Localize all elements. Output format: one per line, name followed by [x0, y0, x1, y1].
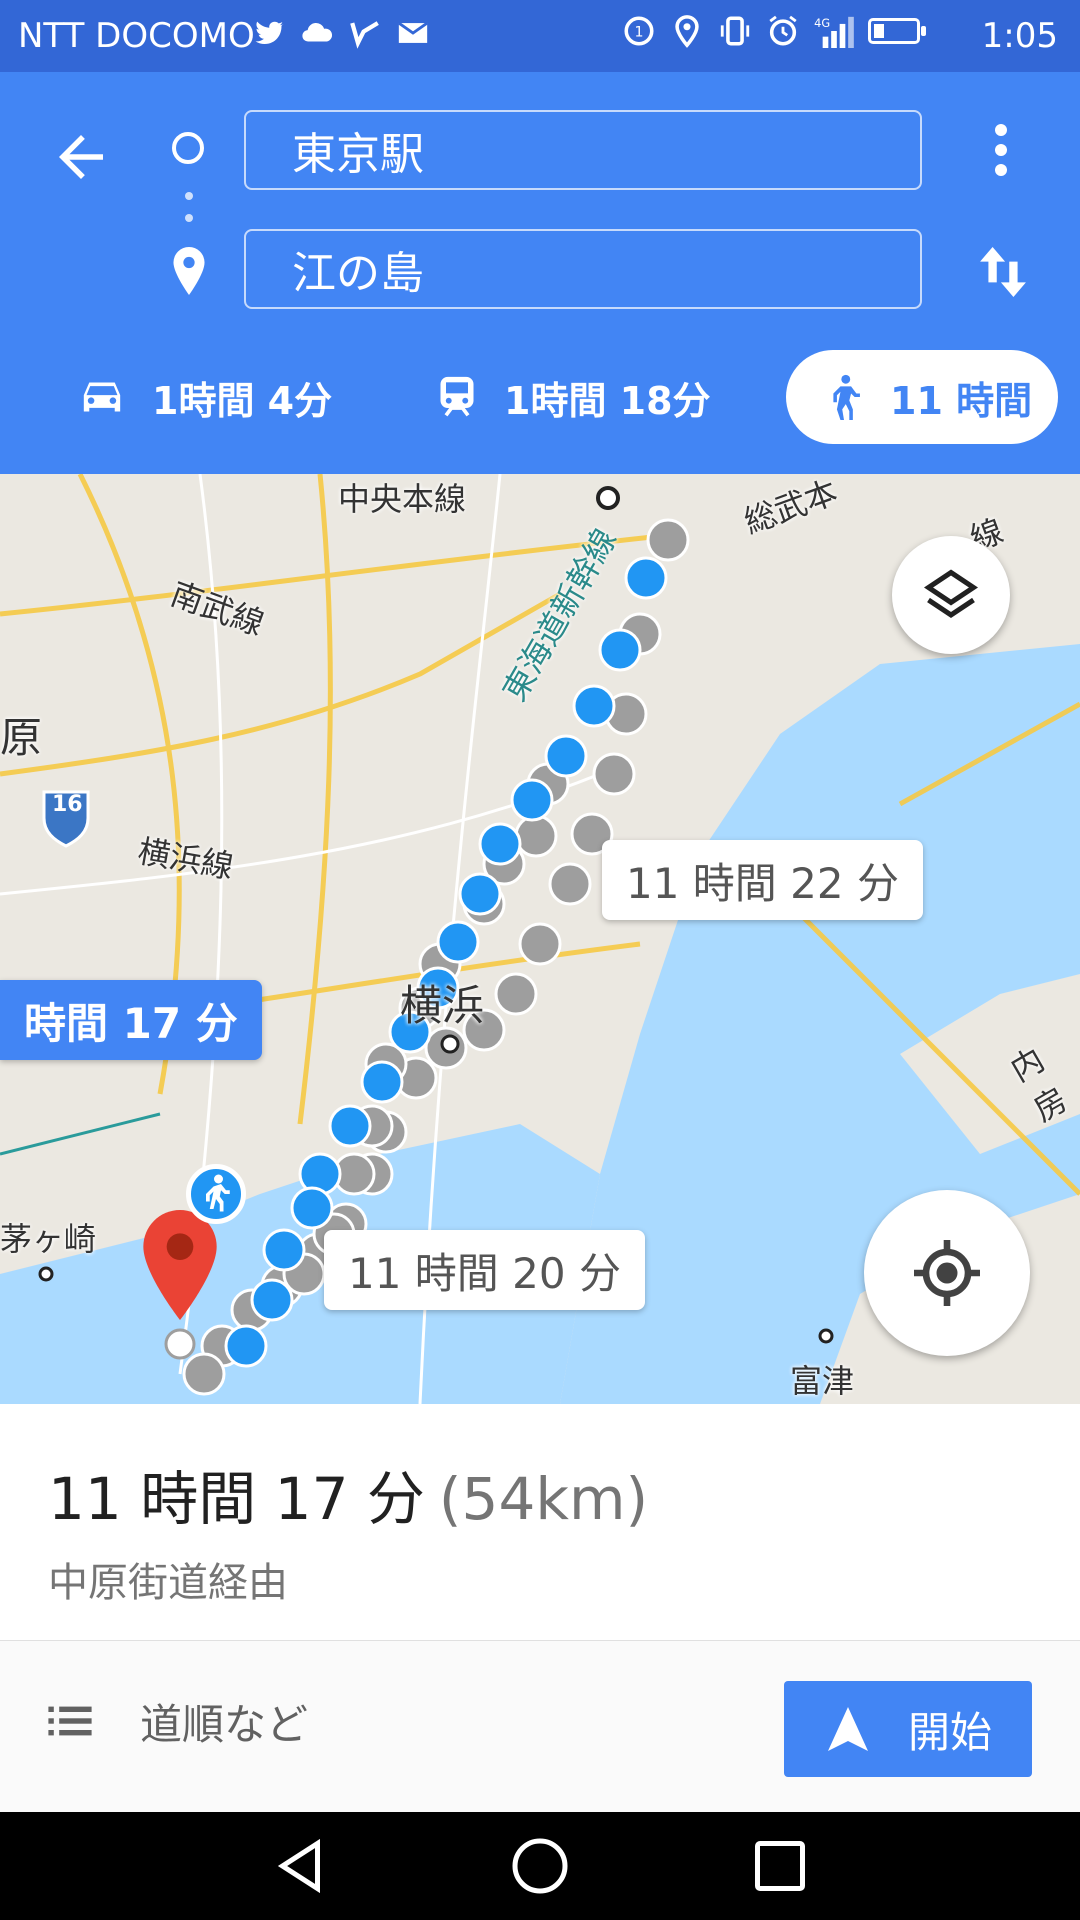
map-label-chigasaki: 茅ヶ崎: [0, 1220, 97, 1258]
system-nav-bar: [0, 1812, 1080, 1920]
tasks-icon: [350, 21, 379, 49]
walk-icon: [833, 374, 860, 420]
origin-circle-icon: [172, 132, 204, 164]
nav-home-icon[interactable]: [510, 1836, 570, 1896]
action-bar: 道順など 開始: [0, 1640, 1080, 1813]
mode-walk-tab[interactable]: 11 時間: [786, 350, 1058, 444]
directions-header: 東京駅 江の島 1時間 4分 1時間 18分 11 時間: [0, 72, 1080, 474]
route-summary: 11 時間 17 分 (54km): [48, 1452, 648, 1536]
steps-button[interactable]: 道順など: [48, 1681, 308, 1761]
swap-icon[interactable]: [978, 237, 1028, 307]
origin-input[interactable]: 東京駅: [244, 110, 922, 190]
steps-label: 道順など: [140, 1699, 309, 1749]
list-icon: [48, 1706, 92, 1736]
status-bar: NTT DOCOMO 1 4G 1:05: [0, 0, 1080, 72]
alt-route-time-bubble-1[interactable]: 11 時間 22 分: [602, 840, 923, 920]
car-icon: [83, 382, 121, 412]
start-button[interactable]: 開始: [784, 1681, 1032, 1777]
cloud-icon: [302, 23, 333, 42]
twitter-icon: [255, 21, 285, 45]
mode-transit-tab[interactable]: 1時間 18分: [438, 350, 711, 444]
nav-recents-icon[interactable]: [750, 1836, 810, 1896]
map-label-chuo-line: 中央本線: [338, 480, 467, 518]
alarm-icon: [769, 15, 797, 46]
svg-text:1: 1: [634, 25, 643, 41]
mail-icon: [398, 21, 428, 43]
back-arrow-icon[interactable]: [48, 124, 114, 190]
battery-icon: [868, 18, 926, 44]
destination-input[interactable]: 江の島: [244, 229, 922, 309]
my-location-icon: [914, 1240, 980, 1306]
my-location-button[interactable]: [864, 1190, 1030, 1356]
route-distance: (54km): [438, 1465, 649, 1533]
walk-marker-icon: [186, 1164, 246, 1224]
alt-route-time-bubble-2[interactable]: 11 時間 20 分: [324, 1230, 645, 1310]
route-summary-card[interactable]: 11 時間 17 分 (54km) 中原街道経由: [0, 1404, 1080, 1640]
more-options-icon[interactable]: [984, 124, 1018, 180]
map-label-hara: 原: [0, 713, 43, 762]
walk-duration: 11 時間: [890, 378, 1033, 423]
train-icon: [440, 376, 474, 417]
car-duration: 1時間 4分: [152, 378, 333, 423]
layers-button[interactable]: [892, 536, 1010, 654]
route-dots-icon: [185, 192, 193, 236]
system-icons: 1 4G: [622, 14, 926, 48]
route-via: 中原街道経由: [48, 1560, 288, 1606]
vibrate-icon: [720, 16, 750, 46]
data-saver-icon: 1: [624, 16, 654, 46]
destination-marker-icon[interactable]: [140, 1210, 220, 1320]
network-type-label: 4G: [814, 16, 830, 30]
selected-route-time-bubble[interactable]: 時間 17 分: [0, 980, 262, 1060]
nav-back-icon[interactable]: [270, 1836, 330, 1896]
map-label-futtsu: 富津: [790, 1362, 855, 1400]
route-shield-label: 16: [52, 792, 83, 817]
map-label-yokohama: 横浜: [400, 981, 485, 1030]
destination-pin-icon: [173, 247, 205, 295]
map-view[interactable]: 16 中央本線 総武本 線 南武線 東海道新幹線 原 横浜線 横浜 茅ヶ崎 内房…: [0, 474, 1080, 1404]
signal-icon: 4G: [814, 16, 854, 48]
mode-car-tab[interactable]: 1時間 4分: [80, 350, 332, 444]
route-duration: 11 時間 17 分: [48, 1465, 425, 1533]
carrier-label: NTT DOCOMO: [18, 16, 255, 56]
location-icon: [675, 15, 699, 48]
start-label: 開始: [908, 1707, 993, 1757]
layers-icon: [923, 569, 979, 619]
clock: 1:05: [981, 16, 1058, 56]
notification-icons: [252, 16, 430, 50]
navigation-arrow-icon: [828, 1707, 868, 1751]
transit-duration: 1時間 18分: [504, 378, 711, 423]
